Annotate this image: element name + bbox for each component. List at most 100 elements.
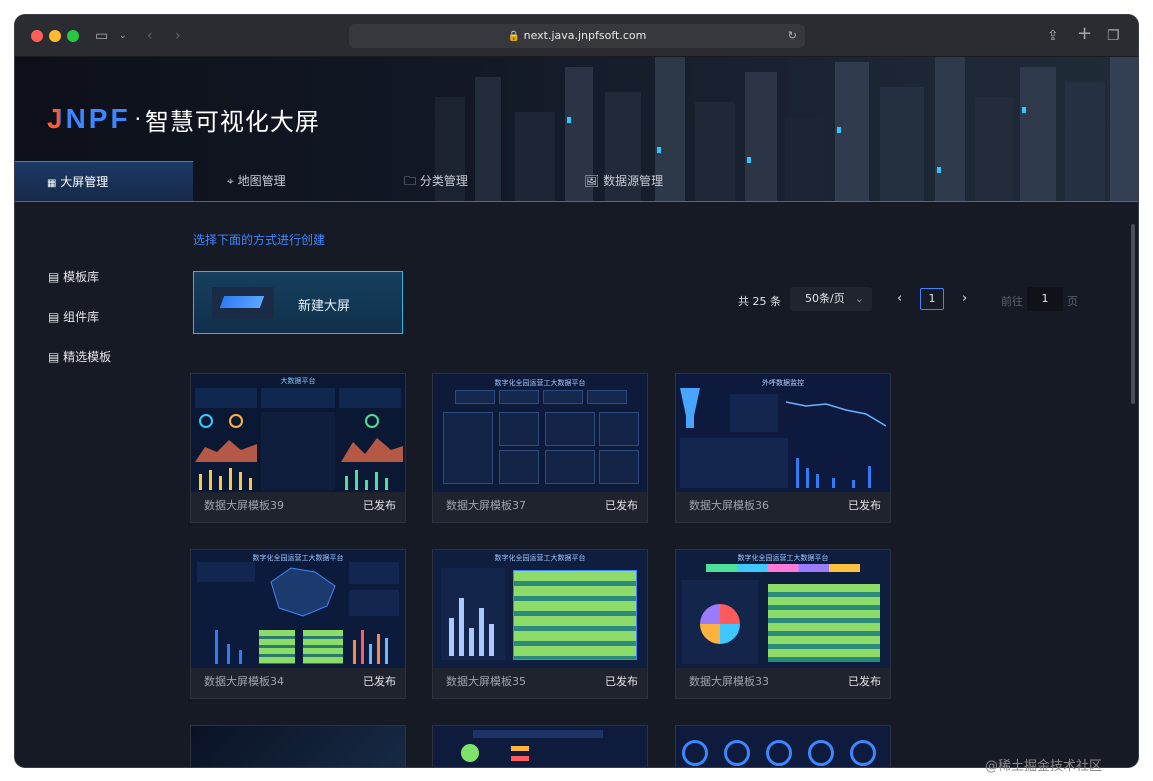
indicator-bar [511, 756, 529, 761]
tab-label: 大屏管理 [60, 175, 109, 189]
address-bar[interactable]: 🔒 next.java.jnpfsoft.com ↻ [349, 24, 805, 48]
minimize-window-button[interactable] [49, 30, 61, 42]
prev-page-icon[interactable]: ‹ [897, 291, 902, 306]
forward-arrow-icon[interactable]: › [175, 27, 181, 45]
template-card[interactable] [432, 725, 648, 767]
total-count: 共 25 条 [738, 295, 781, 308]
template-name: 数据大屏模板33 [689, 675, 769, 688]
thumbnail-header: 数字化全园运营工大数据平台 [494, 554, 586, 562]
sidebar-item-label: 模板库 [63, 270, 100, 284]
ring-chart [199, 414, 213, 428]
thumbnail-header: 大数据平台 [280, 377, 316, 385]
logo-text: JNPF [47, 103, 131, 134]
ring-chart [365, 414, 379, 428]
new-tab-icon[interactable]: + [1077, 25, 1092, 43]
sidebar-toggle-icon[interactable]: ▭ [95, 27, 108, 45]
close-window-button[interactable] [31, 30, 43, 42]
sidebar-item-label: 组件库 [63, 310, 100, 324]
chevron-down-icon: ⌄ [854, 292, 864, 305]
template-card[interactable]: 数字化全园运营工大数据平台 数据大屏模板33 已发布 [675, 549, 891, 699]
image-icon: 🖼 [584, 174, 600, 188]
template-card[interactable]: 外呼数据监控 数据大屏模板36 已发布 [675, 373, 891, 523]
tab-label: 数据源管理 [603, 174, 664, 188]
table-panel [499, 450, 539, 484]
template-card[interactable] [675, 725, 891, 767]
watermark: @稀土掘金技术社区 [985, 759, 1103, 774]
page-number-current[interactable]: 1 [920, 288, 944, 310]
stat-box [455, 390, 495, 404]
goto-prefix: 前往 [1001, 295, 1023, 308]
template-thumbnail [433, 726, 647, 767]
brand-logo: JNPF · 智慧可视化大屏 [47, 101, 320, 137]
bar-chart [215, 630, 242, 664]
list-panel [730, 394, 778, 432]
browser-window: ▭ ⌄ ‹ › 🔒 next.java.jnpfsoft.com ↻ ⇪ + ❐ [15, 15, 1138, 767]
page-size-value: 50条/页 [805, 292, 845, 305]
new-screen-button[interactable]: 新建大屏 [193, 271, 403, 334]
stat-box [499, 390, 539, 404]
heat-bands [768, 584, 880, 662]
thumbnail-header-bar [473, 730, 603, 738]
tab-overview-icon[interactable]: ❐ [1107, 27, 1120, 45]
template-card[interactable]: 数字化全园运营工大数据平台 数据大屏模板34 已发布 [190, 549, 406, 699]
sidebar-item-featured-templates[interactable]: ▤ 精选模板 [48, 348, 111, 365]
chevron-down-icon[interactable]: ⌄ [119, 27, 127, 45]
template-card[interactable]: 数字化全园运营工大数据平台 数据大屏模板37 已发布 [432, 373, 648, 523]
page-size-select[interactable]: 50条/页 ⌄ [790, 287, 872, 311]
area-chart [195, 440, 257, 462]
tab-datasource-management[interactable]: 🖼 数据源管理 [584, 161, 663, 201]
template-thumbnail: 数字化全园运营工大数据平台 [191, 550, 405, 668]
bar-chart [796, 458, 871, 488]
sidebar-item-component-library[interactable]: ▤ 组件库 [48, 308, 99, 325]
goto-suffix: 页 [1067, 295, 1078, 308]
template-name: 数据大屏模板39 [204, 499, 284, 512]
document-icon: ▤ [48, 270, 60, 284]
template-card[interactable] [190, 725, 406, 767]
list-panel [349, 562, 399, 584]
main-content: ▤ 模板库 ▤ 组件库 ▤ 精选模板 选择下面的方式进行创建 新建大屏 共 25… [15, 202, 1138, 767]
new-screen-thumbnail [212, 287, 274, 319]
share-icon[interactable]: ⇪ [1047, 27, 1059, 45]
template-thumbnail: 数字化全园运营工大数据平台 [676, 550, 890, 668]
tab-map-management[interactable]: ⌖ 地图管理 [227, 161, 286, 201]
table-panel [443, 412, 493, 484]
maximize-window-button[interactable] [67, 30, 79, 42]
reload-icon[interactable]: ↻ [788, 24, 797, 48]
page-number-text: 1 [928, 292, 936, 305]
template-card[interactable]: 数字化全园运营工大数据平台 数据大屏模板35 已发布 [432, 549, 648, 699]
sidebar-item-template-library[interactable]: ▤ 模板库 [48, 268, 99, 285]
next-page-icon[interactable]: › [962, 291, 967, 306]
table-panel [599, 412, 639, 446]
template-name: 数据大屏模板35 [446, 675, 526, 688]
template-name: 数据大屏模板37 [446, 499, 526, 512]
lock-icon: 🔒 [507, 31, 521, 42]
stat-panel [339, 388, 401, 408]
pie-chart [682, 580, 758, 664]
tab-screen-management[interactable]: ▦ 大屏管理 [15, 161, 193, 201]
stat-box [543, 390, 583, 404]
table-panel [499, 412, 539, 446]
browser-titlebar: ▭ ⌄ ‹ › 🔒 next.java.jnpfsoft.com ↻ ⇪ + ❐ [15, 15, 1138, 57]
folder-icon: 🗀 [404, 174, 417, 188]
vertical-scrollbar[interactable] [1131, 224, 1135, 404]
legend-strip [706, 564, 860, 572]
stat-panel [195, 388, 257, 408]
template-name: 数据大屏模板34 [204, 675, 284, 688]
status-badge: 已发布 [848, 675, 881, 688]
gauge-chart [850, 740, 876, 766]
back-arrow-icon[interactable]: ‹ [147, 27, 153, 45]
screen-graphic [219, 296, 265, 308]
bar-chart [199, 468, 252, 490]
heat-bands [303, 630, 343, 664]
ring-chart [229, 414, 243, 428]
map-graphic [270, 567, 336, 617]
goto-page-input[interactable]: 1 [1027, 287, 1063, 311]
table-panel [545, 450, 595, 484]
tab-category-management[interactable]: 🗀 分类管理 [404, 161, 468, 201]
create-hint: 选择下面的方式进行创建 [193, 233, 326, 247]
gauge-chart [682, 740, 708, 766]
app-title: 智慧可视化大屏 [144, 107, 320, 136]
top-tabs: ▦ 大屏管理 ⌖ 地图管理 🗀 分类管理 🖼 数据源管理 [15, 161, 1138, 202]
template-card[interactable]: 大数据平台 数据大屏模板39 已发布 [190, 373, 406, 523]
table-panel [599, 450, 639, 484]
